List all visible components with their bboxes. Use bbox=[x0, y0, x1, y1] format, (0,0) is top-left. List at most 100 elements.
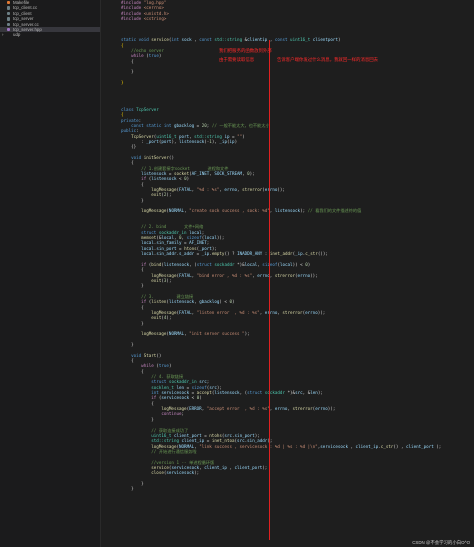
code-token: uint16_t bbox=[290, 37, 313, 43]
code-token: FATAL bbox=[179, 272, 192, 278]
code-token: ); bbox=[211, 245, 217, 251]
code-area[interactable]: #include "log.hpp" #include <cerrno> #incl… bbox=[121, 0, 474, 547]
code-token: = bbox=[194, 122, 202, 128]
code-token: errno bbox=[274, 406, 288, 412]
code-token: inet_addr bbox=[269, 251, 293, 257]
code-token: ); bbox=[317, 390, 323, 396]
code-token: const bbox=[199, 37, 215, 43]
code-token: ntohs bbox=[209, 432, 222, 438]
code-token: { bbox=[121, 112, 124, 118]
code-token: static bbox=[146, 122, 164, 128]
code-token: //echo server bbox=[121, 48, 164, 54]
code-token: } bbox=[121, 342, 134, 347]
code-token: "init server success " bbox=[189, 331, 245, 337]
code-token: { bbox=[121, 181, 144, 187]
code-token: src bbox=[224, 432, 232, 438]
code-token: NORMAL bbox=[179, 443, 195, 449]
code-token: "log.hpp" bbox=[143, 0, 167, 5]
code-token: )); bbox=[317, 309, 326, 315]
code-token: len bbox=[176, 384, 185, 390]
file-icon bbox=[7, 11, 11, 16]
code-token: ) bbox=[232, 299, 235, 305]
code-token: , ( bbox=[239, 390, 248, 396]
file-item[interactable]: › udp bbox=[0, 32, 100, 37]
code-token: ) bbox=[307, 261, 311, 267]
file-icon bbox=[7, 17, 11, 21]
code-token: errno bbox=[315, 406, 328, 412]
code-token: local bbox=[161, 235, 174, 241]
code-token: ); bbox=[433, 443, 442, 449]
code-token: // 获取连接成功了 bbox=[121, 427, 189, 433]
code-token: )); bbox=[277, 187, 285, 193]
code-token: ); bbox=[262, 464, 268, 470]
code-token: private bbox=[121, 117, 139, 123]
code-token: htons bbox=[184, 245, 197, 251]
code-token: {} bbox=[121, 144, 137, 150]
code-token: listensock bbox=[274, 208, 301, 214]
code-token: // 3. 建立链接 bbox=[121, 293, 194, 299]
code-token: client_port bbox=[234, 464, 263, 470]
code-token: <cerrno> bbox=[143, 5, 164, 11]
code-token: listensock bbox=[179, 138, 205, 144]
file-icon bbox=[7, 6, 11, 10]
code-token: src bbox=[199, 379, 207, 385]
code-token: struct bbox=[141, 229, 159, 235]
code-token: "create sock success , sock: %d" bbox=[189, 208, 270, 214]
code-token: struct bbox=[247, 390, 265, 396]
code-token: exit bbox=[151, 315, 162, 321]
code-token: listen bbox=[151, 299, 167, 305]
code-token: ); bbox=[244, 331, 250, 337]
code-token: { bbox=[121, 160, 134, 166]
code-token: int bbox=[151, 390, 162, 396]
code-token: class bbox=[121, 106, 137, 112]
code-token: _ip bbox=[219, 138, 227, 144]
code-token: strerror bbox=[274, 272, 296, 278]
code-token: )) < bbox=[292, 261, 306, 267]
watermark: CSDN @不会学习的小白O^O bbox=[412, 539, 470, 545]
code-token: clientip bbox=[247, 37, 268, 43]
code-token: std::string bbox=[151, 438, 182, 444]
code-editor[interactable]: #include "log.hpp" #include <cerrno> #incl… bbox=[101, 0, 474, 547]
annotation-note-1: 我们把服务的函数放到外部 bbox=[219, 47, 272, 53]
code-token: , bbox=[226, 464, 235, 470]
code-token: } bbox=[121, 283, 144, 289]
code-token: )); bbox=[216, 235, 225, 241]
code-token: logMessage bbox=[141, 208, 167, 214]
file-name: udp bbox=[13, 32, 21, 38]
code-token: logMessage bbox=[151, 443, 177, 449]
code-token: NORMAL bbox=[168, 208, 185, 214]
code-token: Start bbox=[143, 352, 157, 358]
code-token: sizeof bbox=[191, 384, 207, 390]
code-token: { bbox=[121, 358, 134, 364]
code-token: ) < bbox=[219, 299, 230, 305]
chevron-right-icon[interactable]: › bbox=[2, 32, 3, 37]
code-token: socklen_t bbox=[151, 384, 177, 390]
code-token: = bbox=[194, 251, 202, 257]
code-token: sin_port bbox=[156, 245, 177, 251]
code-token: struct bbox=[151, 379, 169, 385]
code-token: ) bbox=[242, 133, 245, 139]
code-token: int bbox=[163, 122, 174, 128]
code-token: FATAL bbox=[179, 309, 192, 315]
code-line[interactable]: } bbox=[121, 486, 474, 491]
code-token: = bbox=[189, 390, 197, 396]
code-token: ); bbox=[300, 208, 308, 214]
code-token: socket bbox=[173, 171, 190, 176]
code-token: struct bbox=[196, 261, 215, 267]
code-token: local bbox=[141, 245, 154, 251]
code-token: sizeof bbox=[186, 235, 202, 241]
code-token: *)& bbox=[237, 261, 245, 267]
